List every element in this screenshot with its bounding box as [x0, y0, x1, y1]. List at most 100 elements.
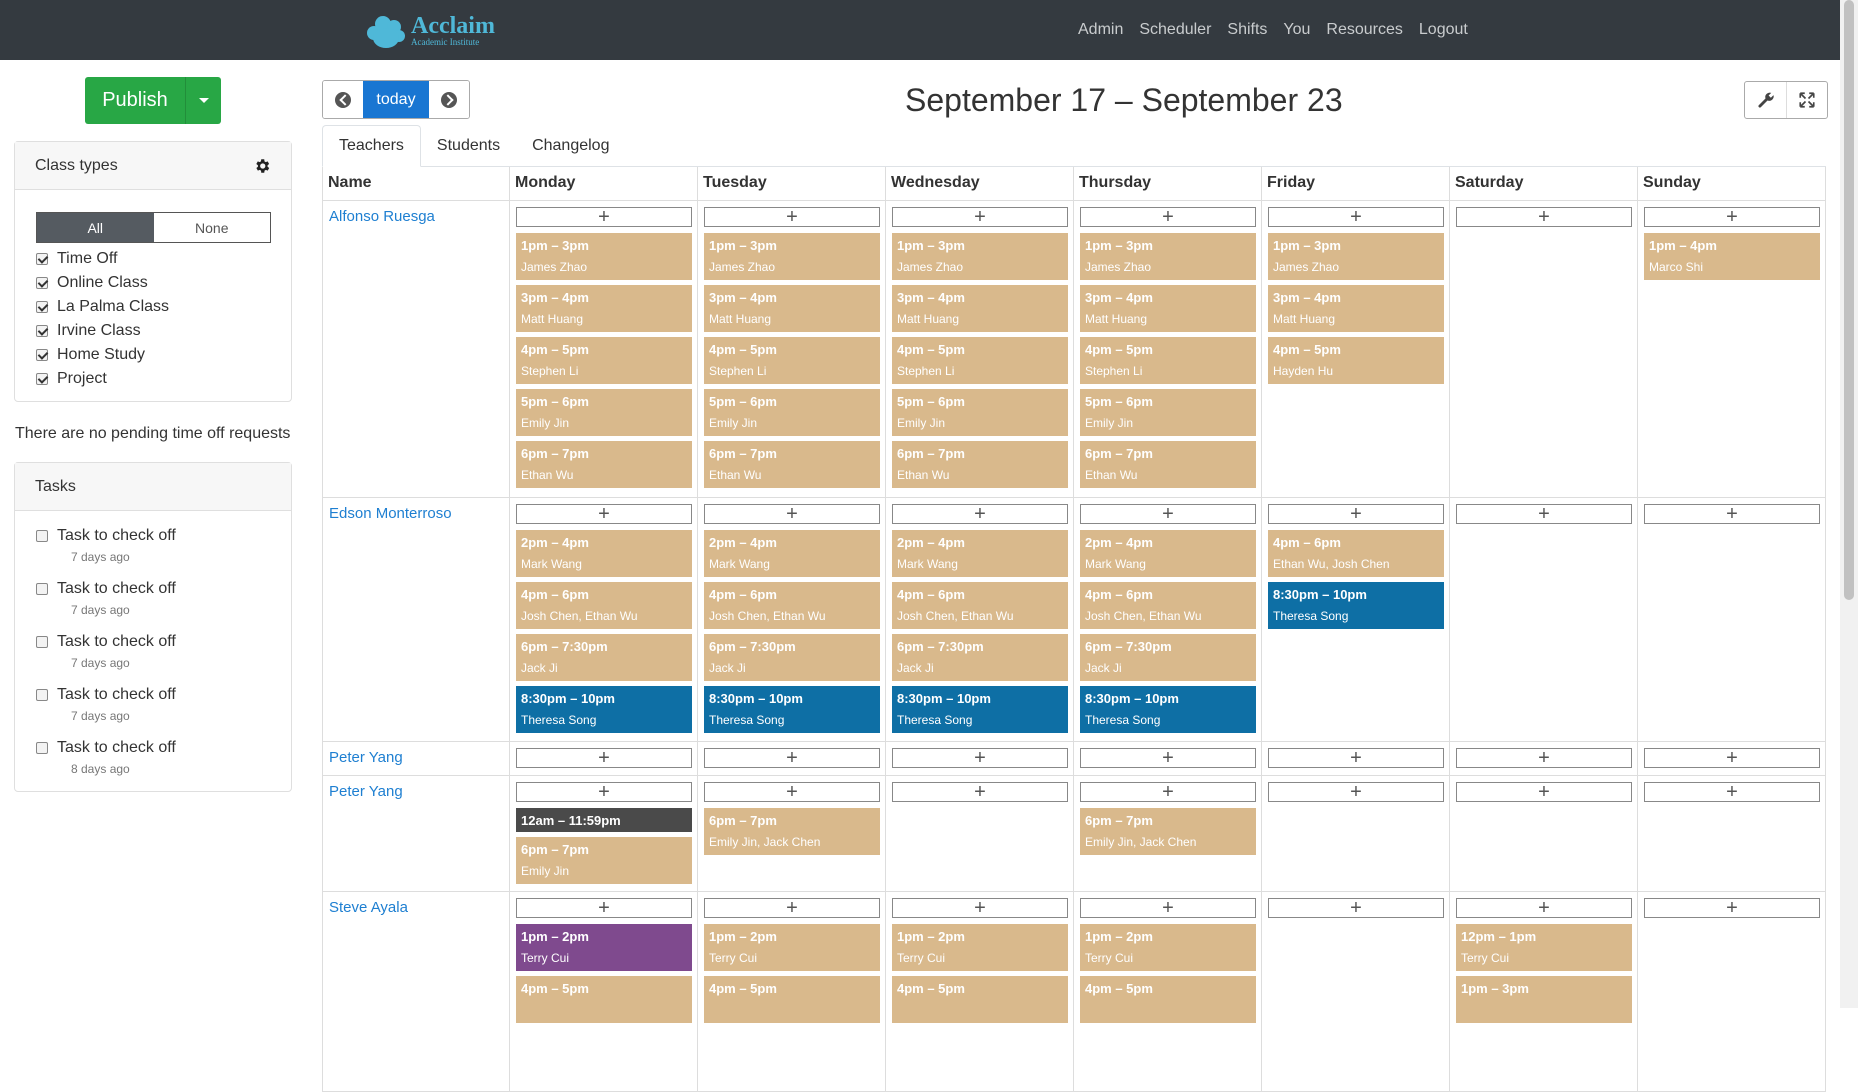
- shift-block[interactable]: 6pm – 7pm Ethan Wu: [516, 441, 692, 488]
- add-shift-button[interactable]: +: [704, 782, 880, 802]
- shift-block[interactable]: 4pm – 5pm Stephen Li: [516, 337, 692, 384]
- add-shift-button[interactable]: +: [1456, 207, 1632, 227]
- shift-block[interactable]: 1pm – 3pm James Zhao: [516, 233, 692, 280]
- shift-block[interactable]: 4pm – 5pm Hayden Hu: [1268, 337, 1444, 384]
- checkbox[interactable]: [36, 277, 48, 289]
- add-shift-button[interactable]: +: [892, 504, 1068, 524]
- shift-block[interactable]: 8:30pm – 10pm Theresa Song: [704, 686, 880, 733]
- teacher-link[interactable]: Edson Monterroso: [323, 498, 509, 529]
- shift-block[interactable]: 8:30pm – 10pm Theresa Song: [892, 686, 1068, 733]
- publish-button[interactable]: Publish: [85, 77, 221, 124]
- add-shift-button[interactable]: +: [516, 782, 692, 802]
- add-shift-button[interactable]: +: [892, 782, 1068, 802]
- task-item[interactable]: Task to check off: [36, 578, 291, 600]
- nav-shifts[interactable]: Shifts: [1227, 21, 1267, 39]
- nav-admin[interactable]: Admin: [1078, 21, 1123, 39]
- add-shift-button[interactable]: +: [516, 504, 692, 524]
- add-shift-button[interactable]: +: [1268, 898, 1444, 918]
- shift-block[interactable]: 4pm – 5pm Stephen Li: [892, 337, 1068, 384]
- scrollbar-thumb[interactable]: [1844, 0, 1854, 600]
- task-checkbox[interactable]: [36, 742, 48, 754]
- shift-block[interactable]: 1pm – 2pm Terry Cui: [1080, 924, 1256, 971]
- checkbox[interactable]: [36, 253, 48, 265]
- shift-block[interactable]: 5pm – 6pm Emily Jin: [1080, 389, 1256, 436]
- add-shift-button[interactable]: +: [1456, 782, 1632, 802]
- shift-block[interactable]: 8:30pm – 10pm Theresa Song: [516, 686, 692, 733]
- shift-block[interactable]: 1pm – 2pm Terry Cui: [892, 924, 1068, 971]
- shift-block[interactable]: 8:30pm – 10pm Theresa Song: [1080, 686, 1256, 733]
- add-shift-button[interactable]: +: [1456, 748, 1632, 768]
- gear-icon[interactable]: [253, 157, 271, 175]
- shift-block[interactable]: 4pm – 5pm Stephen Li: [1080, 337, 1256, 384]
- add-shift-button[interactable]: +: [704, 207, 880, 227]
- shift-block[interactable]: 12am – 11:59pm: [516, 808, 692, 832]
- brand-logo[interactable]: Acclaim Academic Institute: [365, 12, 495, 48]
- add-shift-button[interactable]: +: [1080, 898, 1256, 918]
- teacher-link[interactable]: Peter Yang: [323, 742, 509, 773]
- shift-block[interactable]: 1pm – 4pm Marco Shi: [1644, 233, 1820, 280]
- nav-logout[interactable]: Logout: [1419, 21, 1468, 39]
- class-type-item[interactable]: Time Off: [36, 247, 291, 271]
- shift-block[interactable]: 3pm – 4pm Matt Huang: [1268, 285, 1444, 332]
- add-shift-button[interactable]: +: [1268, 207, 1444, 227]
- add-shift-button[interactable]: +: [1080, 207, 1256, 227]
- add-shift-button[interactable]: +: [892, 207, 1068, 227]
- shift-block[interactable]: 5pm – 6pm Emily Jin: [892, 389, 1068, 436]
- tab-students[interactable]: Students: [421, 125, 516, 166]
- shift-block[interactable]: 1pm – 3pm James Zhao: [892, 233, 1068, 280]
- task-item[interactable]: Task to check off: [36, 737, 291, 759]
- task-checkbox[interactable]: [36, 636, 48, 648]
- shift-block[interactable]: 6pm – 7:30pm Jack Ji: [892, 634, 1068, 681]
- checkbox[interactable]: [36, 373, 48, 385]
- add-shift-button[interactable]: +: [1456, 504, 1632, 524]
- shift-block[interactable]: 4pm – 6pm Josh Chen, Ethan Wu: [704, 582, 880, 629]
- class-type-item[interactable]: La Palma Class: [36, 295, 291, 319]
- shift-block[interactable]: 8:30pm – 10pm Theresa Song: [1268, 582, 1444, 629]
- task-checkbox[interactable]: [36, 530, 48, 542]
- add-shift-button[interactable]: +: [704, 504, 880, 524]
- nav-scheduler[interactable]: Scheduler: [1139, 21, 1211, 39]
- add-shift-button[interactable]: +: [1080, 782, 1256, 802]
- add-shift-button[interactable]: +: [1644, 504, 1820, 524]
- class-type-item[interactable]: Project: [36, 367, 291, 391]
- shift-block[interactable]: 4pm – 6pm Josh Chen, Ethan Wu: [1080, 582, 1256, 629]
- add-shift-button[interactable]: +: [1644, 782, 1820, 802]
- task-item[interactable]: Task to check off: [36, 684, 291, 706]
- shift-block[interactable]: 4pm – 5pm: [892, 976, 1068, 1023]
- shift-block[interactable]: 4pm – 6pm Josh Chen, Ethan Wu: [892, 582, 1068, 629]
- class-type-item[interactable]: Irvine Class: [36, 319, 291, 343]
- add-shift-button[interactable]: +: [516, 207, 692, 227]
- task-item[interactable]: Task to check off: [36, 631, 291, 653]
- shift-block[interactable]: 4pm – 6pm Josh Chen, Ethan Wu: [516, 582, 692, 629]
- shift-block[interactable]: 4pm – 5pm: [1080, 976, 1256, 1023]
- shift-block[interactable]: 2pm – 4pm Mark Wang: [516, 530, 692, 577]
- add-shift-button[interactable]: +: [516, 898, 692, 918]
- class-type-item[interactable]: Home Study: [36, 343, 291, 367]
- shift-block[interactable]: 6pm – 7pm Emily Jin: [516, 837, 692, 884]
- shift-block[interactable]: 1pm – 3pm James Zhao: [1080, 233, 1256, 280]
- shift-block[interactable]: 5pm – 6pm Emily Jin: [516, 389, 692, 436]
- shift-block[interactable]: 6pm – 7:30pm Jack Ji: [516, 634, 692, 681]
- checkbox[interactable]: [36, 301, 48, 313]
- shift-block[interactable]: 6pm – 7:30pm Jack Ji: [704, 634, 880, 681]
- shift-block[interactable]: 12pm – 1pm Terry Cui: [1456, 924, 1632, 971]
- next-week-button[interactable]: [429, 81, 469, 118]
- add-shift-button[interactable]: +: [1268, 504, 1444, 524]
- task-checkbox[interactable]: [36, 583, 48, 595]
- task-checkbox[interactable]: [36, 689, 48, 701]
- shift-block[interactable]: 1pm – 3pm James Zhao: [1268, 233, 1444, 280]
- teacher-link[interactable]: Peter Yang: [323, 776, 509, 807]
- shift-block[interactable]: 6pm – 7pm Ethan Wu: [704, 441, 880, 488]
- shift-block[interactable]: 3pm – 4pm Matt Huang: [892, 285, 1068, 332]
- tab-teachers[interactable]: Teachers: [322, 125, 421, 167]
- shift-block[interactable]: 4pm – 5pm: [704, 976, 880, 1023]
- today-button[interactable]: today: [363, 81, 429, 118]
- shift-block[interactable]: 3pm – 4pm Matt Huang: [704, 285, 880, 332]
- nav-you[interactable]: You: [1283, 21, 1310, 39]
- task-item[interactable]: Task to check off: [36, 525, 291, 547]
- nav-resources[interactable]: Resources: [1326, 21, 1402, 39]
- toggle-none-button[interactable]: None: [153, 213, 270, 242]
- prev-week-button[interactable]: [323, 81, 363, 118]
- shift-block[interactable]: 6pm – 7pm Ethan Wu: [892, 441, 1068, 488]
- shift-block[interactable]: 2pm – 4pm Mark Wang: [704, 530, 880, 577]
